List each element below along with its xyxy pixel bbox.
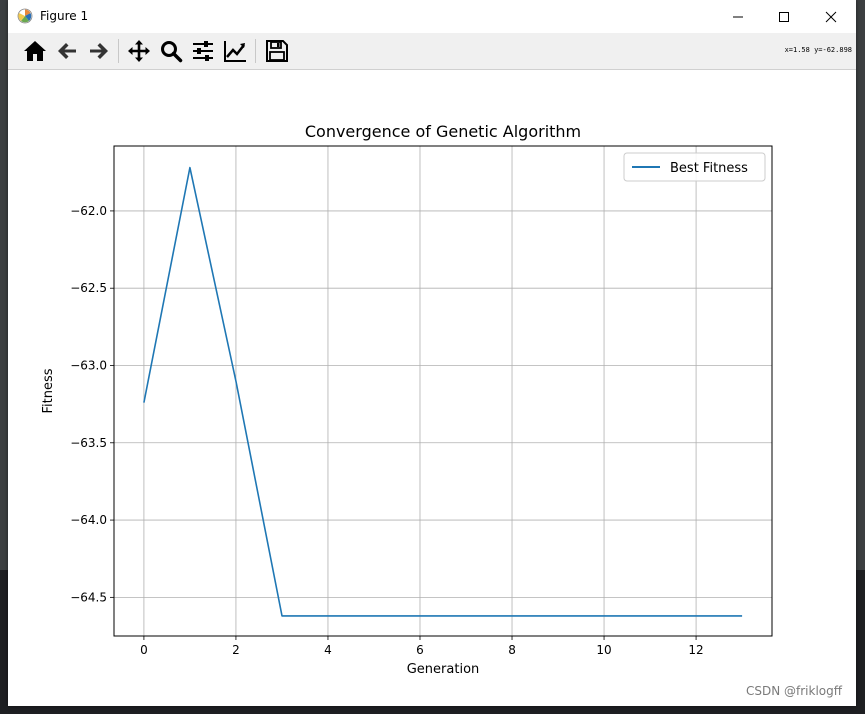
watermark: CSDN @friklogff <box>745 684 842 698</box>
x-tick-label: 6 <box>416 643 424 657</box>
y-tick-label: −63.5 <box>70 436 107 450</box>
pan-icon <box>128 40 150 62</box>
axes-frame <box>113 145 773 637</box>
y-tick-label: −63.0 <box>70 358 107 372</box>
grid <box>114 146 772 636</box>
back-button[interactable] <box>52 36 82 66</box>
x-axis-label: Generation <box>407 662 480 677</box>
legend-label: Best Fitness <box>670 161 748 176</box>
chart: Convergence of Genetic Algorithm 0 2 4 6 8 10… <box>41 122 773 677</box>
y-axis-label: Fitness <box>41 368 56 413</box>
best-fitness-line <box>143 166 743 617</box>
y-tick-label: −62.0 <box>70 204 107 218</box>
back-arrow-icon <box>58 43 76 59</box>
y-tick-label: −64.5 <box>70 590 107 604</box>
home-button[interactable] <box>20 36 50 66</box>
x-tick-label: 2 <box>232 643 240 657</box>
close-icon <box>825 11 837 22</box>
cursor-coordinates: x=1.58 y=-62.898 <box>784 46 852 54</box>
series-layer <box>143 166 743 617</box>
x-tick-label: 10 <box>596 643 611 657</box>
configure-subplots-icon <box>193 41 213 61</box>
figure-window: Figure 1 x=1.58 y=-62.898 Convergence of… <box>8 0 856 706</box>
minimize-icon <box>733 16 743 17</box>
save-icon <box>266 40 288 62</box>
maximize-icon <box>779 11 789 22</box>
figure-canvas[interactable]: Convergence of Genetic Algorithm 0 2 4 6 8 10… <box>8 70 856 706</box>
toolbar-separator <box>255 39 256 63</box>
edit-axis-icon <box>224 41 246 62</box>
forward-arrow-icon <box>90 43 108 59</box>
maximize-button[interactable] <box>761 0 807 33</box>
title-bar: Figure 1 <box>8 0 856 33</box>
zoom-button[interactable] <box>156 36 186 66</box>
ticks: 0 2 4 6 8 10 12 −62.0 −62.5 −63.0 −63.5 −64.0 −64.5 <box>70 204 703 657</box>
zoom-icon <box>161 41 183 63</box>
x-tick-label: 8 <box>508 643 516 657</box>
close-button[interactable] <box>808 0 854 33</box>
y-tick-label: −62.5 <box>70 281 107 295</box>
x-tick-label: 0 <box>140 643 148 657</box>
legend: Best Fitness <box>623 152 766 182</box>
home-icon <box>24 41 46 61</box>
toolbar-separator <box>118 39 119 63</box>
configure-subplots-button[interactable] <box>188 36 218 66</box>
save-button[interactable] <box>262 36 292 66</box>
forward-button[interactable] <box>84 36 114 66</box>
minimize-button[interactable] <box>715 0 761 33</box>
navigation-toolbar: x=1.58 y=-62.898 <box>8 33 856 70</box>
edit-axis-button[interactable] <box>220 36 250 66</box>
y-tick-label: −64.0 <box>70 513 107 527</box>
x-tick-label: 4 <box>324 643 332 657</box>
window-title: Figure 1 <box>40 9 89 23</box>
matplotlib-app-icon <box>17 8 33 24</box>
x-tick-label: 12 <box>688 643 703 657</box>
chart-title: Convergence of Genetic Algorithm <box>305 122 581 141</box>
pan-button[interactable] <box>124 36 154 66</box>
